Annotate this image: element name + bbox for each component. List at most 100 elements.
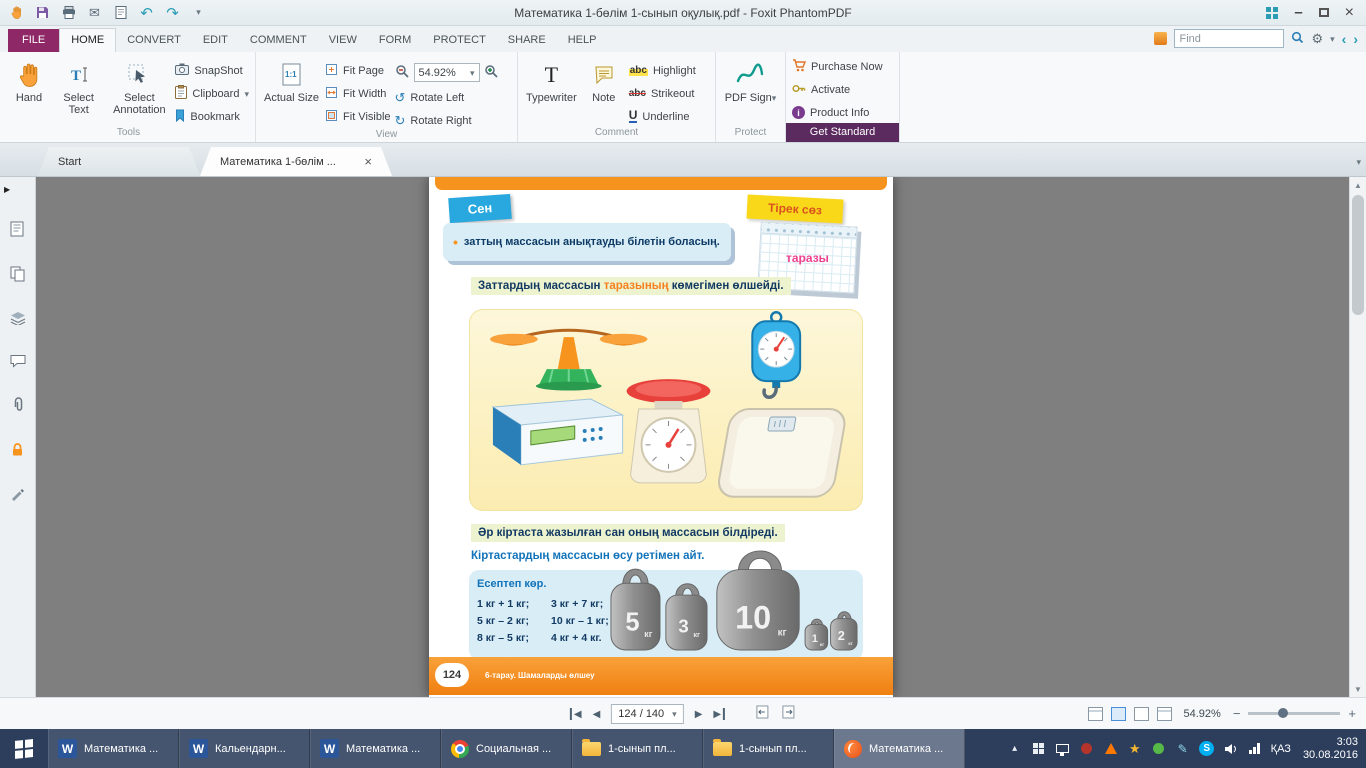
fit-visible-button[interactable]: Fit Visible	[325, 109, 390, 124]
tab-edit[interactable]: EDIT	[192, 29, 239, 52]
taskbar-item-word-1[interactable]: Математика ...	[48, 729, 179, 768]
get-standard-button[interactable]: Get Standard	[786, 123, 899, 142]
network-icon[interactable]	[1247, 741, 1263, 757]
panel-toggle-icon[interactable]	[0, 183, 10, 195]
zoom-slider[interactable]	[1248, 712, 1340, 715]
fit-page-button[interactable]: Fit Page	[325, 63, 390, 78]
clock[interactable]: 3:03 30.08.2016	[1299, 736, 1358, 762]
hand-button[interactable]: Hand	[8, 57, 50, 106]
customize-toolbar-caret-icon[interactable]	[190, 4, 207, 21]
strikeout-button[interactable]: abc Strikeout	[629, 86, 696, 101]
tab-view[interactable]: VIEW	[318, 29, 368, 52]
zoom-slider-thumb[interactable]	[1278, 708, 1288, 718]
select-text-button[interactable]: T Select Text	[54, 57, 103, 118]
product-info-button[interactable]: i Product Info	[792, 105, 883, 120]
star-app-icon[interactable]	[1127, 741, 1143, 757]
chevron-right-icon[interactable]	[1353, 31, 1358, 47]
print-icon[interactable]	[60, 4, 77, 21]
zoom-out-button[interactable]: −	[1233, 706, 1241, 721]
continuous-facing-view-icon[interactable]	[1157, 707, 1172, 721]
antivirus-icon[interactable]	[1103, 741, 1119, 757]
tab-comment[interactable]: COMMENT	[239, 29, 318, 52]
maximize-button[interactable]	[1319, 8, 1329, 17]
close-button[interactable]	[1345, 4, 1354, 22]
undo-icon[interactable]	[138, 4, 155, 21]
search-icon[interactable]	[1291, 31, 1304, 47]
print-preview-icon[interactable]	[112, 4, 129, 21]
select-annotation-button[interactable]: Select Annotation	[107, 57, 171, 118]
layers-panel-icon[interactable]	[10, 311, 26, 328]
underline-button[interactable]: U Underline	[629, 109, 696, 124]
pen-app-icon[interactable]	[1175, 741, 1191, 757]
settings-caret-icon[interactable]	[1330, 33, 1335, 45]
page-number-combobox[interactable]: 124 / 140	[611, 704, 683, 724]
taskbar-item-chrome[interactable]: Социальная ...	[441, 729, 572, 768]
first-page-button[interactable]	[570, 708, 582, 720]
redo-icon[interactable]	[164, 4, 181, 21]
note-button[interactable]: Note	[583, 57, 625, 106]
tab-home[interactable]: HOME	[59, 28, 116, 52]
last-page-button[interactable]	[713, 708, 725, 720]
clipboard-button[interactable]: Clipboard	[175, 86, 249, 101]
attachments-panel-icon[interactable]	[12, 397, 24, 416]
start-button[interactable]	[0, 729, 48, 768]
taskbar-item-word-2[interactable]: Кальендарн...	[179, 729, 310, 768]
scroll-up-icon[interactable]	[1350, 177, 1366, 193]
zoom-combobox[interactable]: 54.92%	[414, 63, 480, 82]
chevron-left-icon[interactable]	[1342, 31, 1347, 47]
actual-size-button[interactable]: 1:1 Actual Size	[262, 57, 321, 106]
tab-form[interactable]: FORM	[368, 29, 422, 52]
doc-tab-current[interactable]: Математика 1-бөлім ...	[200, 147, 392, 176]
find-input[interactable]	[1174, 29, 1284, 48]
record-app-icon[interactable]	[1079, 741, 1095, 757]
tab-list-caret-icon[interactable]	[1356, 156, 1361, 168]
bookmark-button[interactable]: Bookmark	[175, 109, 249, 124]
previous-view-icon[interactable]	[755, 705, 770, 722]
zoom-out-icon[interactable]	[395, 64, 410, 82]
skype-icon[interactable]	[1199, 741, 1215, 757]
scrollbar-thumb[interactable]	[1352, 195, 1364, 315]
rotate-right-button[interactable]: ↻ Rotate Right	[395, 113, 499, 128]
tab-help[interactable]: HELP	[557, 29, 608, 52]
rotate-left-button[interactable]: ↺ Rotate Left	[395, 90, 499, 105]
taskbar-item-folder-2[interactable]: 1-сынып пл...	[703, 729, 834, 768]
facing-view-icon[interactable]	[1134, 707, 1149, 721]
single-page-view-icon[interactable]	[1088, 707, 1103, 721]
pdf-sign-button[interactable]: PDF Sign	[723, 57, 779, 106]
tab-file[interactable]: FILE	[8, 29, 59, 52]
doc-tab-start[interactable]: Start	[38, 147, 200, 176]
scroll-down-icon[interactable]	[1350, 681, 1366, 697]
fit-width-button[interactable]: Fit Width	[325, 86, 390, 101]
hidden-icons-chevron-icon[interactable]	[1007, 741, 1023, 757]
comments-panel-icon[interactable]	[10, 354, 26, 371]
snapshot-button[interactable]: SnapShot	[175, 63, 249, 78]
pages-panel-icon[interactable]	[10, 266, 26, 285]
purchase-now-button[interactable]: Purchase Now	[792, 59, 883, 74]
language-indicator[interactable]: ҚАЗ	[1271, 743, 1291, 755]
next-page-button[interactable]	[695, 708, 703, 720]
email-icon[interactable]	[86, 4, 103, 21]
previous-page-button[interactable]	[593, 708, 601, 720]
bookmarks-panel-icon[interactable]	[10, 221, 25, 240]
green-app-icon[interactable]	[1151, 741, 1167, 757]
speaker-icon[interactable]	[1223, 741, 1239, 757]
taskbar-item-word-3[interactable]: Математика ...	[310, 729, 441, 768]
next-view-icon[interactable]	[781, 705, 796, 722]
apps-grid-icon[interactable]	[1266, 7, 1278, 19]
highlight-button[interactable]: abc Highlight	[629, 63, 696, 78]
taskbar-item-folder-1[interactable]: 1-сынып пл...	[572, 729, 703, 768]
close-tab-icon[interactable]	[364, 154, 372, 169]
typewriter-button[interactable]: T Typewriter	[524, 57, 579, 106]
security-panel-icon[interactable]	[10, 442, 25, 460]
activate-button[interactable]: Activate	[792, 82, 883, 97]
signature-panel-icon[interactable]	[10, 486, 25, 504]
minimize-button[interactable]	[1294, 4, 1302, 21]
tab-share[interactable]: SHARE	[497, 29, 557, 52]
pdf-page[interactable]: Сен • заттың массасын анықтауды білетін …	[429, 177, 893, 697]
tiles-icon[interactable]	[1031, 741, 1047, 757]
display-icon[interactable]	[1055, 741, 1071, 757]
hand-tool-icon[interactable]	[8, 4, 25, 21]
tab-convert[interactable]: CONVERT	[116, 29, 192, 52]
gear-icon[interactable]	[1311, 31, 1323, 47]
vertical-scrollbar[interactable]	[1349, 177, 1366, 697]
